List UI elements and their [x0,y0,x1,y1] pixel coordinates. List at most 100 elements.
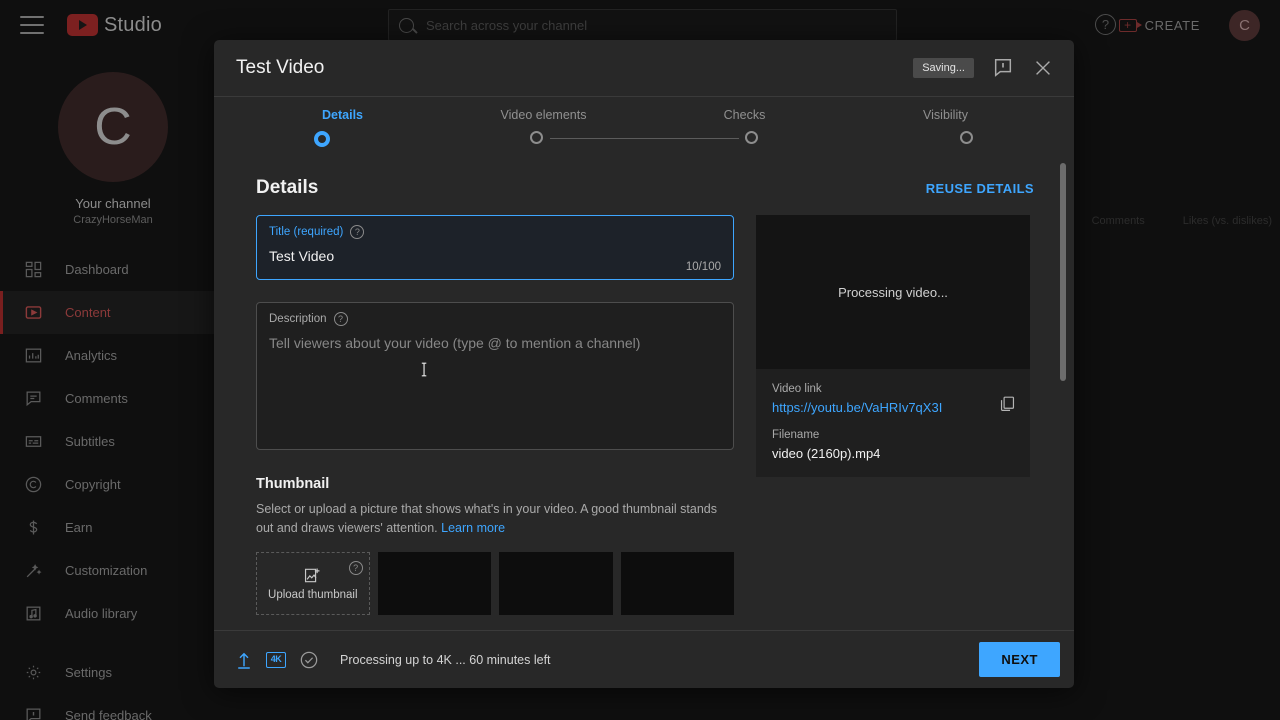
text-cursor-icon [420,361,429,378]
copy-icon[interactable] [999,395,1016,413]
help-circle-icon[interactable]: ? [348,561,363,575]
sidebar-item-comments[interactable]: Comments [0,377,226,420]
title-field-label-row: Title (required) ? [269,225,721,239]
filename-group: Filename video (2160p).mp4 [772,429,1014,461]
description-field-label: Description [269,313,327,325]
analytics-icon [24,346,43,365]
stepper-dots [214,131,1074,147]
channel-handle: CrazyHorseMan [73,214,153,226]
step-dot-visibility[interactable] [960,131,973,144]
sidebar-item-content[interactable]: Content [0,291,226,334]
title-field-label: Title (required) [269,226,344,238]
dialog-body: Details REUSE DETAILS Title (required) ?… [214,155,1074,630]
sidebar-item-settings[interactable]: Settings [0,651,226,694]
title-field-value: Test Video [269,248,335,264]
sidebar-item-dashboard[interactable]: Dashboard [0,248,226,291]
sidebar-nav: Dashboard Content Analytics Comments Sub… [0,248,226,720]
help-circle-icon[interactable]: ? [350,225,365,239]
sidebar-item-label: Audio library [65,606,138,621]
hamburger-icon[interactable] [20,16,44,34]
details-left-column: Title (required) ? Test Video 10/100 Des… [256,215,734,615]
sidebar-item-label: Customization [65,563,148,578]
dialog-scrollbar[interactable] [1060,163,1066,622]
dashboard-icon [24,260,43,279]
thumbnail-options-row: ? Upload thumbnail [256,552,734,615]
table-column-likes: Likes (vs. dislikes) [1182,215,1272,227]
sidebar-item-analytics[interactable]: Analytics [0,334,226,377]
comments-icon [24,389,43,408]
search-input[interactable]: Search across your channel [388,9,897,41]
channel-avatar: C [58,72,168,182]
scrollbar-thumb[interactable] [1060,163,1066,381]
step-label-visibility[interactable]: Visibility [845,108,1046,122]
dialog-header: Test Video Saving... [214,40,1074,96]
description-field[interactable]: Description ? Tell viewers about your vi… [256,302,734,450]
feedback-icon[interactable] [992,57,1014,79]
sidebar-item-label: Subtitles [65,434,115,449]
subtitles-icon [24,432,43,451]
upload-stepper: Details Video elements Checks Visibility [214,97,1074,155]
filename-label: Filename [772,429,820,441]
search-placeholder: Search across your channel [426,17,588,33]
sidebar-item-label: Settings [65,665,112,680]
step-label-details[interactable]: Details [242,108,443,122]
create-button[interactable]: CREATE [1109,12,1210,38]
close-icon[interactable] [1032,57,1054,79]
description-field-label-row: Description ? [269,312,721,326]
stepper-labels: Details Video elements Checks Visibility [242,97,1046,122]
search-icon [399,17,414,33]
image-add-icon [303,567,322,584]
sidebar-item-audio-library[interactable]: Audio library [0,592,226,635]
sidebar-item-subtitles[interactable]: Subtitles [0,420,226,463]
step-label-video-elements[interactable]: Video elements [443,108,644,122]
background-table-header: Comments Likes (vs. dislikes) [1092,215,1272,227]
sidebar-item-label: Comments [65,391,128,406]
video-link[interactable]: https://youtu.be/VaHRIv7qX3I [772,400,1014,415]
learn-more-link[interactable]: Learn more [441,521,505,535]
title-char-counter: 10/100 [685,261,721,273]
studio-logo[interactable]: Studio [67,14,162,37]
sidebar-item-copyright[interactable]: Copyright [0,463,226,506]
title-field[interactable]: Title (required) ? Test Video 10/100 [256,215,734,280]
youtube-studio-app: Studio Search across your channel ? CREA… [0,0,1280,720]
help-circle-icon[interactable]: ? [333,312,348,326]
thumbnail-slot[interactable] [499,552,613,615]
next-button[interactable]: NEXT [979,642,1060,677]
step-dot-details[interactable] [313,131,330,147]
sidebar-item-label: Analytics [65,348,118,363]
reuse-details-button[interactable]: REUSE DETAILS [926,181,1034,196]
upload-status-icons: 4K [236,651,318,669]
saving-status-badge: Saving... [913,58,974,78]
step-label-checks[interactable]: Checks [644,108,845,122]
customization-wand-icon [24,561,43,580]
step-dot-checks[interactable] [745,131,758,144]
sidebar-item-customization[interactable]: Customization [0,549,226,592]
dialog-footer: 4K Processing up to 4K ... 60 minutes le… [214,631,1074,688]
video-link-label: Video link [772,383,822,395]
earn-dollar-icon [24,518,43,537]
upload-details-dialog: Test Video Saving... Details Video eleme… [214,40,1074,688]
account-avatar[interactable]: C [1229,10,1260,41]
filename-value: video (2160p).mp4 [772,446,881,461]
sidebar-item-send-feedback[interactable]: Send feedback [0,694,226,720]
sidebar-item-label: Copyright [65,477,121,492]
thumbnail-slot[interactable] [620,552,734,615]
sidebar-item-label: Content [65,305,111,320]
dialog-title: Test Video [236,57,325,78]
video-preview-status: Processing video... [838,284,948,300]
video-preview[interactable]: Processing video... [756,215,1030,369]
sidebar-item-earn[interactable]: Earn [0,506,226,549]
create-button-label: CREATE [1144,17,1200,33]
upload-thumbnail-button[interactable]: ? Upload thumbnail [256,552,370,615]
gear-icon [24,663,43,682]
description-placeholder: Tell viewers about your video (type @ to… [269,335,641,351]
copyright-icon [24,475,43,494]
channel-label: Your channel [75,196,151,211]
video-add-icon [1118,18,1142,32]
thumbnail-slot[interactable] [377,552,492,615]
details-right-column: Processing video... Video link https://y… [756,215,1030,615]
step-dot-video-elements[interactable] [530,131,543,144]
sidebar-divider-gap [0,635,226,651]
youtube-play-icon [67,14,98,36]
video-info-card: Processing video... Video link https://y… [756,215,1030,477]
